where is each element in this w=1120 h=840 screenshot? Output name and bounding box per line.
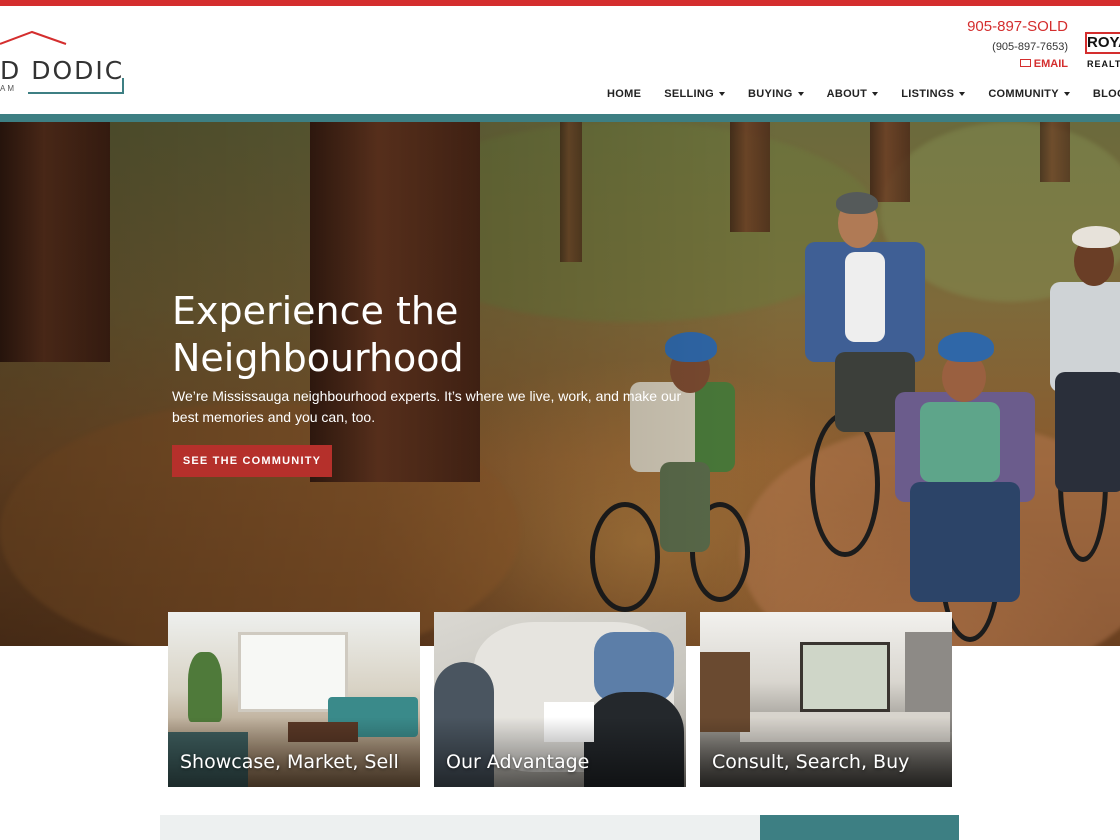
- phone-sold-link[interactable]: 905-897-SOLD: [967, 18, 1068, 36]
- hero-banner: Experience the Neighbourhood We’re Missi…: [0, 122, 1120, 646]
- roof-icon: [0, 30, 67, 45]
- hero-overlay: [0, 122, 1120, 646]
- logo-underline: [28, 92, 124, 94]
- chevron-down-icon: [797, 92, 804, 96]
- hero-title: Experience the Neighbourhood: [172, 289, 464, 380]
- logo-subtitle: AM: [0, 84, 16, 93]
- nav-listings[interactable]: LISTINGS: [901, 88, 966, 100]
- section-band: [160, 815, 760, 840]
- main-nav: HOME SELLING BUYING ABOUT LISTINGS COMMU…: [600, 88, 1120, 100]
- nav-about[interactable]: ABOUT: [827, 88, 879, 100]
- envelope-icon: [1019, 59, 1031, 68]
- chevron-down-icon: [1063, 92, 1070, 96]
- brokerage-logo: ROYA REALT: [1085, 28, 1120, 72]
- nav-selling[interactable]: SELLING: [664, 88, 725, 100]
- hero-description: We’re Mississauga neighbourhood experts.…: [172, 388, 682, 425]
- see-community-button[interactable]: SEE THE COMMUNITY: [172, 445, 332, 477]
- card-label: Showcase, Market, Sell: [180, 751, 399, 773]
- site-header: D DODIC AM 905-897-SOLD (905-897-7653) E…: [0, 6, 1120, 114]
- brokerage-logo-text: ROYA: [1087, 34, 1120, 51]
- card-our-advantage[interactable]: Our Advantage: [434, 612, 686, 787]
- nav-home[interactable]: HOME: [607, 88, 641, 100]
- phone-number-link[interactable]: (905-897-7653): [967, 40, 1068, 54]
- nav-buying[interactable]: BUYING: [748, 88, 804, 100]
- nav-community[interactable]: COMMUNITY: [988, 88, 1070, 100]
- site-logo[interactable]: D DODIC AM: [0, 30, 130, 100]
- card-photo-window: [800, 642, 890, 712]
- header-divider: [0, 114, 1120, 122]
- email-link[interactable]: EMAIL: [967, 57, 1068, 71]
- chevron-down-icon: [718, 92, 725, 96]
- chevron-down-icon: [872, 92, 879, 96]
- section-band-accent: [760, 815, 959, 840]
- card-label: Our Advantage: [446, 751, 590, 773]
- brokerage-logo-subtext: REALT: [1087, 59, 1120, 69]
- card-photo-plant: [188, 652, 222, 722]
- card-label: Consult, Search, Buy: [712, 751, 910, 773]
- contact-block: 905-897-SOLD (905-897-7653) EMAIL: [967, 18, 1068, 71]
- nav-blog[interactable]: BLOG: [1093, 88, 1120, 100]
- logo-name: D DODIC: [0, 56, 125, 85]
- card-consult-search-buy[interactable]: Consult, Search, Buy: [700, 612, 952, 787]
- logo-bracket: [122, 78, 124, 94]
- chevron-down-icon: [959, 92, 966, 96]
- card-showcase-market-sell[interactable]: Showcase, Market, Sell: [168, 612, 420, 787]
- email-label: EMAIL: [1033, 58, 1068, 70]
